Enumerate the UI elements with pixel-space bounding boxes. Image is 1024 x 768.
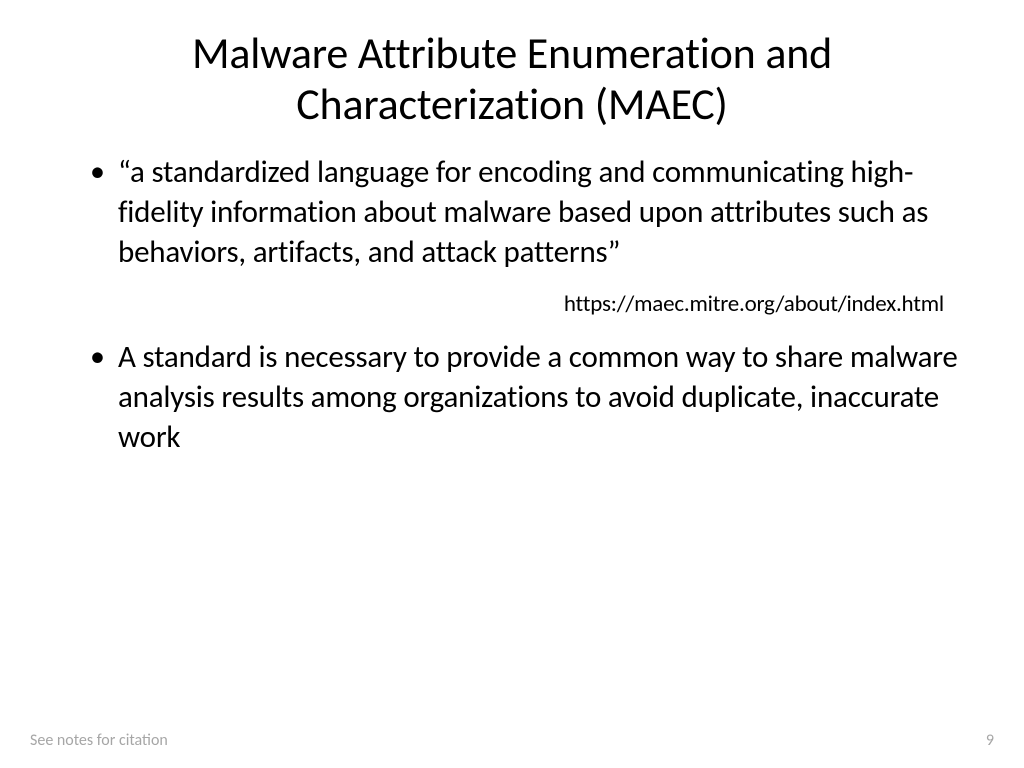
bullet-item: “a standardized language for encoding an… (90, 153, 964, 272)
slide-footer: See notes for citation 9 (30, 731, 994, 750)
slide-container: Malware Attribute Enumeration and Charac… (0, 0, 1024, 768)
footer-note: See notes for citation (30, 731, 168, 750)
slide-title: Malware Attribute Enumeration and Charac… (60, 28, 964, 129)
citation-url: https://maec.mitre.org/about/index.html (90, 290, 964, 318)
slide-content: “a standardized language for encoding an… (60, 153, 964, 457)
bullet-item: A standard is necessary to provide a com… (90, 338, 964, 457)
page-number: 9 (986, 731, 994, 750)
